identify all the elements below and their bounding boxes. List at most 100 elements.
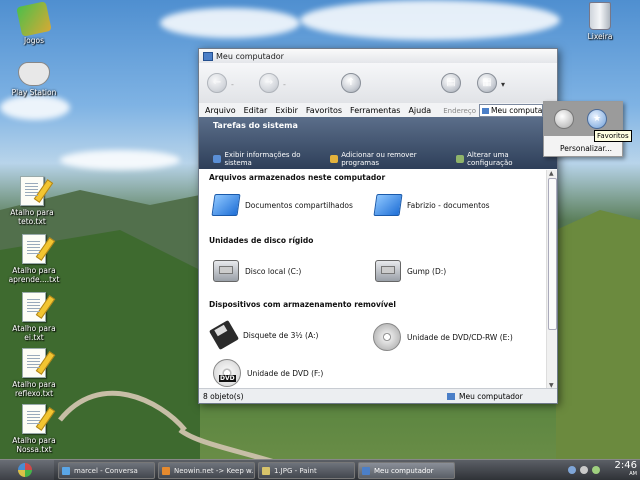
folders-view-button[interactable]: ▤ <box>441 73 461 93</box>
desktop-icon-label: Atalho para aprende....txt <box>8 266 60 284</box>
item-disco-local-c[interactable]: Disco local (C:) <box>213 260 301 282</box>
window-titlebar[interactable]: Meu computador <box>199 49 557 63</box>
views-button[interactable]: ▦ <box>477 73 497 93</box>
task-view-system-info[interactable]: Exibir informações do sistema <box>213 151 324 167</box>
item-label: Disco local (C:) <box>245 266 302 276</box>
cloud <box>60 150 180 170</box>
status-bar: 8 objeto(s) Meu computador <box>199 388 557 403</box>
computer-icon <box>447 392 455 400</box>
item-dvd-f[interactable]: Unidade de DVD (F:) <box>213 359 323 387</box>
clock-time: 2:46 <box>614 460 637 471</box>
item-gump-d[interactable]: Gump (D:) <box>375 260 446 282</box>
section-title-removable: Dispositivos com armazenamento removível <box>209 300 396 309</box>
taskbar-button-label: Neowin.net -> Keep w... <box>174 466 255 475</box>
desktop-icon-ei[interactable]: Atalho para ei.txt <box>4 292 64 342</box>
task-add-remove-programs[interactable]: Adicionar ou remover programas <box>329 151 450 167</box>
computer-icon <box>482 108 489 114</box>
messenger-tray-icon[interactable] <box>592 466 600 474</box>
browser-icon <box>162 466 170 475</box>
menu-ferramentas[interactable]: Ferramentas <box>350 106 400 115</box>
clock[interactable]: 2:46 AM <box>614 460 637 478</box>
explorer-window: Meu computador ← - → - ↑ ▤ ▦ ▾ Arquivo E… <box>198 48 558 404</box>
hard-drive-icon <box>375 260 401 282</box>
task-label: Alterar uma configuração <box>467 151 513 167</box>
network-icon[interactable] <box>568 466 576 474</box>
taskbar: marcel - Conversa Neowin.net -> Keep w..… <box>0 459 640 480</box>
system-tasks-heading: Tarefas do sistema <box>213 121 298 130</box>
taskbar-button-meu-computador[interactable]: Meu computador <box>358 462 455 479</box>
cloud <box>160 8 300 38</box>
search-icon[interactable] <box>554 109 574 129</box>
taskbar-button-label: Meu computador <box>374 466 434 475</box>
status-location: Meu computador <box>447 392 523 401</box>
forward-button[interactable]: → <box>259 73 279 93</box>
menu-editar[interactable]: Editar <box>244 106 268 115</box>
up-folder-button[interactable]: ↑ <box>341 73 361 93</box>
chevron-down-icon[interactable]: ▾ <box>501 80 505 89</box>
customize-menu-item[interactable]: Personalizar... <box>560 144 612 153</box>
desktop-icon-label: Lixeira <box>587 32 613 41</box>
item-disquete-a[interactable]: Disquete de 3½ (A:) <box>208 319 318 351</box>
paint-icon <box>262 466 270 475</box>
menu-exibir[interactable]: Exibir <box>275 106 298 115</box>
desktop-icon-reflexo[interactable]: Atalho para reflexo.txt <box>4 348 64 398</box>
desktop-icon-label: Atalho para ei.txt <box>12 324 56 342</box>
desktop-icon-label: Atalho para Nossa.txt <box>12 436 56 454</box>
desktop-icon-play-station[interactable]: Play Station <box>4 58 64 97</box>
cloud <box>300 0 560 40</box>
windows-logo-icon <box>18 463 32 477</box>
menu-arquivo[interactable]: Arquivo <box>205 106 236 115</box>
task-label: Exibir informações do sistema <box>224 151 301 167</box>
computer-icon <box>362 466 370 475</box>
desktop-icon-nossa[interactable]: Atalho para Nossa.txt <box>4 404 64 454</box>
text-file-icon <box>22 292 56 322</box>
taskbar-button-conversa[interactable]: marcel - Conversa <box>58 462 155 479</box>
desktop-icon-jogos[interactable]: Jogos <box>4 1 64 45</box>
desktop-icon-lixeira[interactable]: Lixeira <box>570 2 630 41</box>
item-fabrizio-documentos[interactable]: Fabrizio - documentos <box>373 194 490 216</box>
forward-dropdown-icon[interactable]: - <box>283 80 286 89</box>
scroll-up-icon[interactable]: ▲ <box>549 170 554 177</box>
dvd-drive-icon <box>213 359 241 387</box>
hard-drive-icon <box>213 260 239 282</box>
item-documentos-compartilhados[interactable]: Documentos compartilhados <box>211 194 353 216</box>
item-label: Unidade de DVD/CD-RW (E:) <box>407 332 513 342</box>
toolbar-flyout: ★ Personalizar... <box>543 101 623 157</box>
menu-ajuda[interactable]: Ajuda <box>408 106 431 115</box>
clock-period: AM <box>629 471 637 477</box>
favorites-tooltip: Favoritos <box>594 130 632 142</box>
favorites-star-icon[interactable]: ★ <box>587 109 607 129</box>
scrollbar-thumb[interactable] <box>548 178 557 330</box>
address-bar: Endereço Meu computador <box>443 104 543 117</box>
messenger-icon <box>62 466 70 475</box>
address-value: Meu computador <box>491 106 543 115</box>
back-dropdown-icon[interactable]: - <box>231 80 234 89</box>
text-file-icon <box>22 404 56 434</box>
back-button[interactable]: ← <box>207 73 227 93</box>
menu-favoritos[interactable]: Favoritos <box>306 106 342 115</box>
desktop-icon-label: Jogos <box>23 36 45 45</box>
start-button[interactable] <box>0 460 54 480</box>
desktop-icon-label: Atalho para teto.txt <box>10 208 54 226</box>
folder-icon <box>211 194 241 216</box>
programs-icon <box>329 155 339 163</box>
desktop-icon-label: Play Station <box>11 88 57 97</box>
games-icon <box>16 1 52 37</box>
desktop-icon-aprende[interactable]: Atalho para aprende....txt <box>4 234 64 284</box>
desktop-icon-teto[interactable]: Atalho para teto.txt <box>2 176 62 226</box>
system-tray: 2:46 AM <box>564 460 640 480</box>
vertical-scrollbar[interactable]: ▲ ▼ <box>546 170 557 389</box>
text-file-icon <box>20 176 54 206</box>
address-field[interactable]: Meu computador <box>479 104 543 117</box>
task-change-setting[interactable]: Alterar uma configuração <box>455 151 551 167</box>
taskbar-button-neowin[interactable]: Neowin.net -> Keep w... <box>158 462 255 479</box>
menu-bar: Arquivo Editar Exibir Favoritos Ferramen… <box>199 103 557 117</box>
text-file-icon <box>22 234 56 264</box>
floppy-icon <box>208 319 240 351</box>
gamepad-icon <box>18 62 50 86</box>
window-title: Meu computador <box>216 51 284 61</box>
item-dvd-cdrw-e[interactable]: Unidade de DVD/CD-RW (E:) <box>373 323 513 351</box>
taskbar-button-paint[interactable]: 1.JPG - Paint <box>258 462 355 479</box>
cloud <box>0 95 70 120</box>
volume-icon[interactable] <box>580 466 588 474</box>
